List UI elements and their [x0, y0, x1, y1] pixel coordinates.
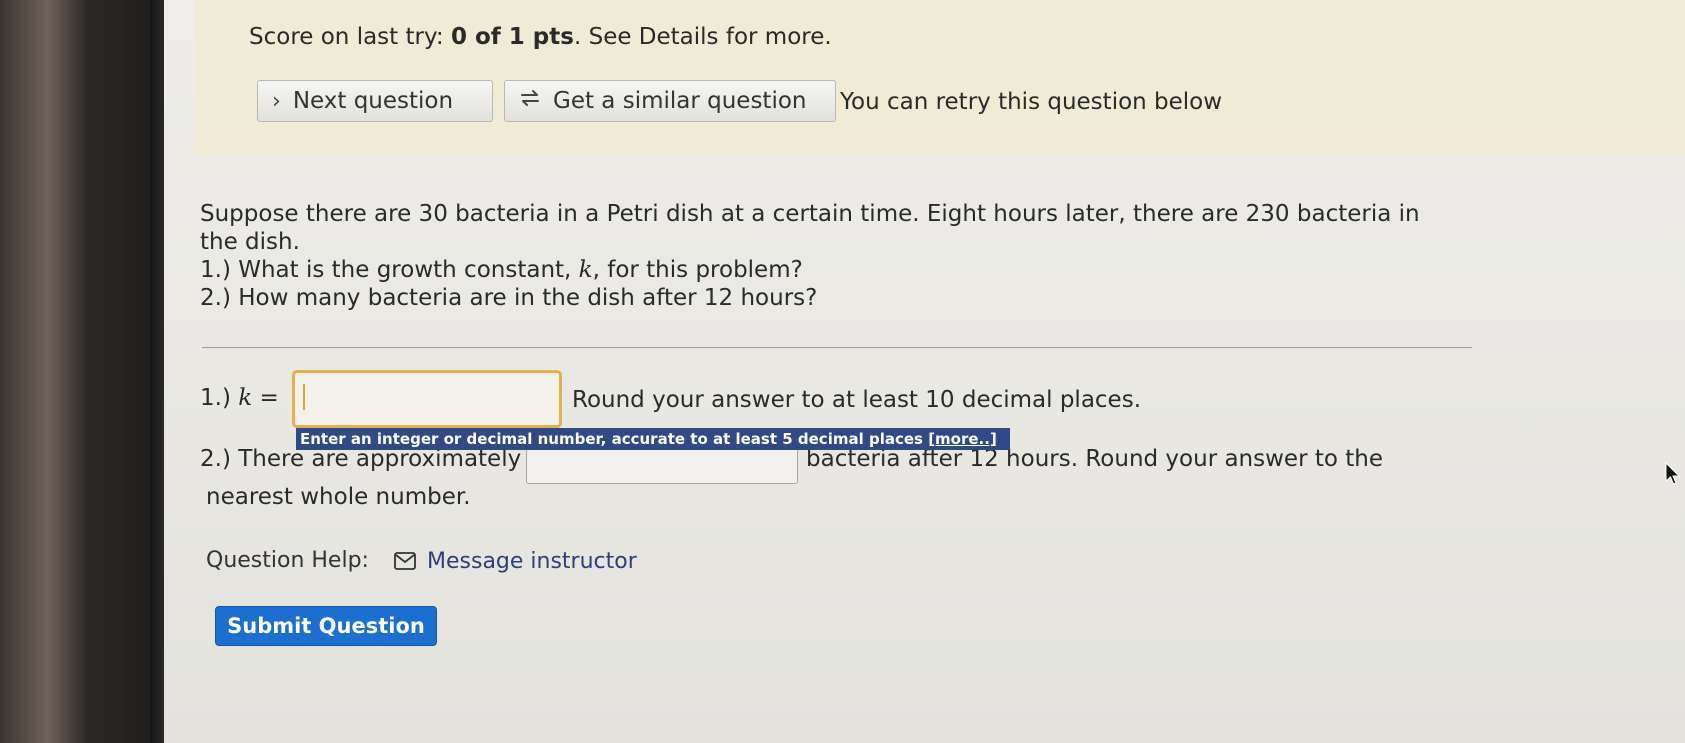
score-value: 0 of 1 pts	[450, 24, 574, 50]
retry-text: You can retry this question below	[840, 89, 1223, 115]
next-question-label: Next question	[292, 88, 454, 114]
message-instructor-link[interactable]: Message instructor	[427, 549, 637, 574]
mouse-pointer-icon	[1665, 462, 1681, 485]
score-suffix: . See Details for more.	[573, 24, 832, 50]
score-prefix: Score on last try:	[249, 24, 451, 50]
answer-1-label: 1.) k =	[200, 385, 279, 411]
problem-statement: Suppose there are 30 bacteria in a Petri…	[200, 200, 1460, 312]
text-caret	[303, 384, 305, 410]
tooltip-text: Enter an integer or decimal number, accu…	[300, 430, 929, 448]
answer-2-tail: nearest whole number.	[206, 484, 471, 510]
envelope-icon[interactable]	[394, 552, 416, 570]
answer-1-instruction: Round your answer to at least 10 decimal…	[572, 387, 1142, 413]
answer-1-equals: =	[252, 385, 279, 411]
similar-question-button[interactable]: Get a similar question	[504, 80, 836, 122]
q1-text-b: , for this problem?	[592, 257, 803, 283]
tooltip-more-link[interactable]: [more..]	[928, 430, 997, 448]
chevron-right-icon: ›	[272, 88, 281, 114]
divider	[202, 347, 1472, 348]
monitor-bezel	[0, 0, 160, 743]
submit-question-button[interactable]: Submit Question	[215, 606, 437, 646]
score-banner: Score on last try: 0 of 1 pts. See Detai…	[194, 0, 1685, 154]
problem-question-1: 1.) What is the growth constant, k, for …	[200, 256, 1460, 284]
next-question-button[interactable]: › Next question	[257, 80, 493, 122]
similar-question-label: Get a similar question	[553, 88, 807, 114]
k-answer-input[interactable]	[292, 370, 562, 428]
problem-intro: Suppose there are 30 bacteria in a Petri…	[200, 201, 1420, 255]
swap-arrows-icon	[519, 87, 541, 115]
q1-variable: k	[578, 257, 593, 283]
answer-1-prefix: 1.)	[200, 385, 239, 411]
screen: Score on last try: 0 of 1 pts. See Detai…	[164, 0, 1685, 743]
input-hint-tooltip: Enter an integer or decimal number, accu…	[296, 428, 1010, 450]
answer-1-variable: k	[238, 385, 253, 411]
q1-text-a: 1.) What is the growth constant,	[200, 257, 579, 283]
score-text: Score on last try: 0 of 1 pts. See Detai…	[249, 24, 832, 50]
question-help-label: Question Help:	[206, 548, 369, 573]
problem-question-2: 2.) How many bacteria are in the dish af…	[200, 285, 818, 311]
bezel-edge	[150, 0, 164, 743]
